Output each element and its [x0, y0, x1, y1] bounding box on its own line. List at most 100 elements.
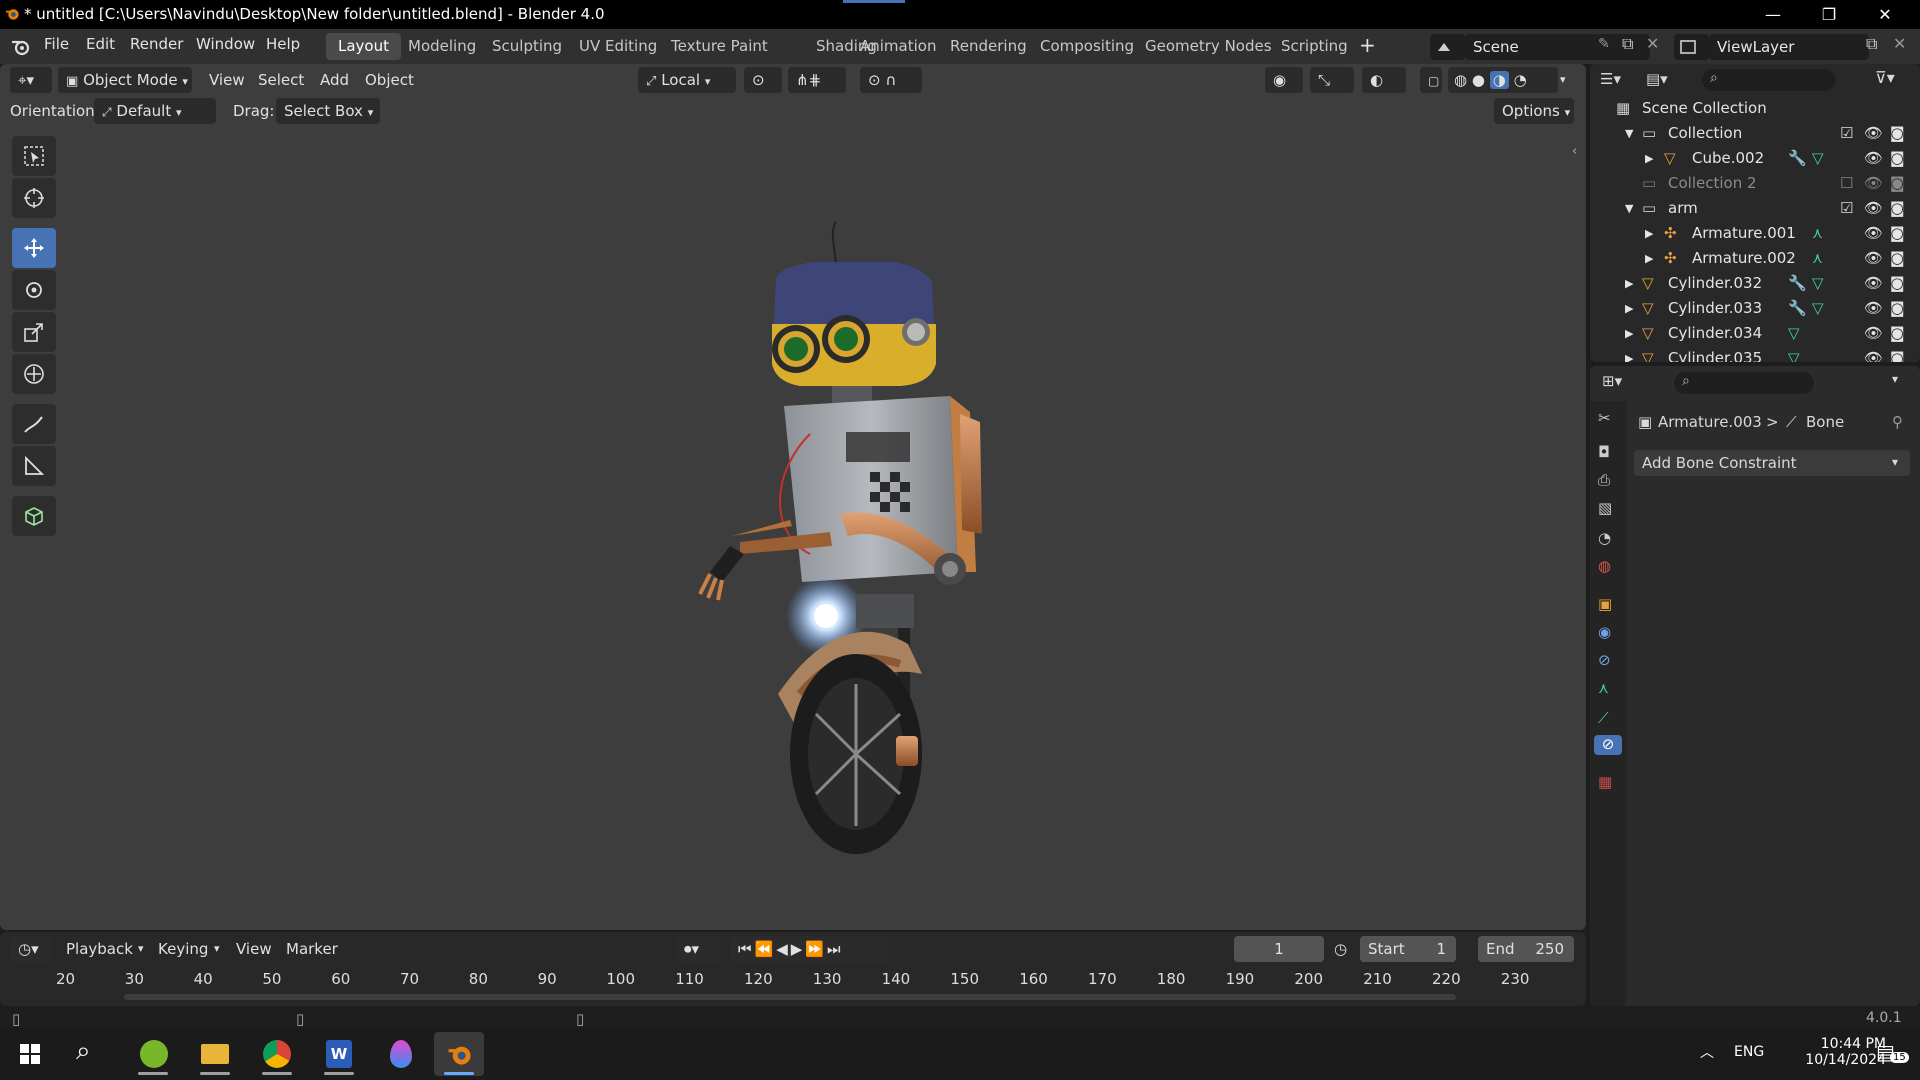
camera-icon[interactable]: ◙: [1890, 149, 1905, 167]
expand-arrow-icon[interactable]: ▶: [1625, 352, 1633, 362]
blender-menu-icon[interactable]: [11, 38, 31, 56]
close-button[interactable]: ✕: [1857, 2, 1913, 28]
outliner-row-cylinder-033[interactable]: ▶ ▽ Cylinder.033 🔧 ▽ 👁 ◙: [1590, 296, 1920, 321]
tab-animation[interactable]: Animation: [848, 33, 948, 60]
current-frame-field[interactable]: 1: [1234, 936, 1324, 962]
start-button[interactable]: [6, 1032, 56, 1076]
play-reverse-icon[interactable]: ◀: [776, 940, 791, 958]
add-cube-tool[interactable]: [12, 496, 56, 536]
outliner-search-input[interactable]: ⌕: [1702, 69, 1836, 91]
jump-end-icon[interactable]: ⏭: [827, 940, 844, 958]
menu-help[interactable]: Help: [266, 35, 300, 53]
taskbar-search-button[interactable]: ⌕: [64, 1032, 114, 1076]
maximize-button[interactable]: ❐: [1801, 2, 1857, 28]
taskbar-file-explorer[interactable]: [190, 1032, 240, 1076]
taskbar-word[interactable]: W: [314, 1032, 364, 1076]
timeline-scrollbar[interactable]: [124, 994, 1456, 1000]
mode-dropdown[interactable]: ▣ Object Mode ▾: [58, 67, 192, 93]
pin-icon[interactable]: ✎: [1598, 36, 1610, 52]
pivot-point-dropdown[interactable]: ⊙: [744, 67, 782, 93]
shading-options-icon[interactable]: ▾: [1560, 67, 1566, 93]
camera-icon[interactable]: ◙: [1890, 324, 1905, 342]
language-indicator[interactable]: ENG: [1734, 1044, 1764, 1060]
add-workspace-icon[interactable]: +: [1359, 33, 1376, 57]
camera-icon[interactable]: ◙: [1890, 124, 1905, 142]
eye-icon[interactable]: 👁: [1864, 149, 1883, 167]
tab-uv-editing[interactable]: UV Editing: [567, 33, 669, 60]
new-viewlayer-icon[interactable]: ⧉: [1866, 34, 1877, 54]
jump-start-icon[interactable]: ⏮: [738, 940, 755, 958]
prev-keyframe-icon[interactable]: ⏪: [755, 940, 777, 958]
properties-editor-type-icon[interactable]: ⊞▾: [1602, 372, 1622, 390]
eye-icon[interactable]: 👁: [1864, 299, 1883, 317]
viewport-menu-view[interactable]: View: [209, 67, 245, 93]
tab-sculpting[interactable]: Sculpting: [480, 33, 574, 60]
move-tool[interactable]: [12, 228, 56, 268]
measure-tool[interactable]: [12, 446, 56, 486]
expand-arrow-icon[interactable]: ▶: [1625, 302, 1633, 315]
options-dropdown[interactable]: Options ▾: [1494, 98, 1574, 124]
camera-icon[interactable]: ◙: [1890, 224, 1905, 242]
3d-viewport[interactable]: ⌖▾ ▣ Object Mode ▾ View Select Add Objec…: [0, 64, 1586, 930]
timeline-menu-keying[interactable]: Keying: [158, 936, 208, 962]
snap-dropdown[interactable]: ⋔⋕: [788, 67, 846, 93]
viewport-menu-add[interactable]: Add: [320, 67, 349, 93]
camera-icon[interactable]: ◙: [1890, 274, 1905, 292]
rendered-shading-icon[interactable]: ◔: [1514, 71, 1527, 89]
transform-tool[interactable]: [12, 354, 56, 394]
outliner-editor-type-icon[interactable]: ☰▾: [1600, 70, 1621, 88]
notifications-button[interactable]: ▤ 15: [1870, 1038, 1909, 1070]
camera-icon[interactable]: ◙: [1890, 249, 1905, 267]
expand-arrow-icon[interactable]: ▼: [1625, 127, 1633, 140]
outliner-row-collection-2[interactable]: ▭ Collection 2 ☐ 👁 ◙: [1590, 171, 1920, 196]
gizmo-dropdown[interactable]: ⤡: [1310, 67, 1354, 93]
tab-geometry-nodes[interactable]: Geometry Nodes: [1133, 33, 1284, 60]
camera-icon[interactable]: ◙: [1890, 174, 1905, 192]
tab-modeling[interactable]: Modeling: [396, 33, 488, 60]
output-tab-icon[interactable]: ⎙: [1598, 471, 1618, 491]
expand-arrow-icon[interactable]: ▶: [1625, 327, 1633, 340]
select-box-tool[interactable]: [12, 136, 56, 176]
transform-orientation-dropdown[interactable]: ⤢ Local ▾: [638, 67, 736, 93]
viewlayer-name-field[interactable]: ViewLayer: [1709, 34, 1869, 60]
next-keyframe-icon[interactable]: ⏩: [805, 940, 827, 958]
expand-arrow-icon[interactable]: ▼: [1625, 202, 1633, 215]
xray-toggle[interactable]: ▢: [1420, 67, 1442, 93]
eye-icon[interactable]: 👁: [1864, 324, 1883, 342]
timeline-editor-type-button[interactable]: ◷▾: [10, 936, 52, 962]
outliner-row-armature-002[interactable]: ▶ ✣ Armature.002 ⋏ 👁 ◙: [1590, 246, 1920, 271]
chevron-up-icon[interactable]: ︿: [1700, 1042, 1714, 1062]
sidebar-toggle-icon[interactable]: ‹: [1572, 144, 1577, 159]
menu-window[interactable]: Window: [196, 35, 255, 53]
object-constraint-tab-icon[interactable]: ⊘: [1598, 651, 1618, 671]
outliner-row-arm[interactable]: ▼ ▭ arm ☑ 👁 ◙: [1590, 196, 1920, 221]
minimize-button[interactable]: —: [1745, 2, 1801, 28]
eye-icon[interactable]: 👁: [1864, 349, 1883, 362]
outliner-row-collection[interactable]: ▼ ▭ Collection ☑ 👁 ◙: [1590, 121, 1920, 146]
checkbox-icon[interactable]: ☑: [1840, 199, 1853, 217]
checkbox-icon[interactable]: ☑: [1840, 124, 1853, 142]
outliner-display-mode-icon[interactable]: ▤▾: [1646, 70, 1668, 88]
visibility-dropdown[interactable]: ◉: [1265, 67, 1303, 93]
viewlayer-selector[interactable]: [1674, 34, 1709, 60]
viewport-menu-select[interactable]: Select: [258, 67, 304, 93]
outliner-row-cylinder-034[interactable]: ▶ ▽ Cylinder.034 ▽ 👁 ◙: [1590, 321, 1920, 346]
checkbox-icon[interactable]: ☐: [1840, 174, 1853, 192]
material-preview-shading-icon[interactable]: ◑: [1489, 71, 1509, 89]
render-tab-icon[interactable]: ◘: [1598, 443, 1618, 463]
play-icon[interactable]: ▶: [791, 940, 806, 958]
camera-icon[interactable]: ◙: [1890, 299, 1905, 317]
proportional-edit-dropdown[interactable]: ⊙ ∩: [860, 67, 922, 93]
pin-icon[interactable]: ⚲: [1892, 413, 1903, 431]
auto-keying-toggle[interactable]: ⏺▾: [676, 936, 720, 962]
taskbar-blender[interactable]: [434, 1032, 484, 1076]
eye-icon[interactable]: 👁: [1864, 249, 1883, 267]
editor-type-button[interactable]: ⌖▾: [10, 67, 52, 93]
expand-arrow-icon[interactable]: ▶: [1645, 252, 1653, 265]
taskbar-paint-app[interactable]: [376, 1032, 426, 1076]
delete-scene-icon[interactable]: ✕: [1646, 34, 1659, 53]
filter-icon[interactable]: ⊽▾: [1875, 68, 1895, 87]
timeline-menu-marker[interactable]: Marker: [286, 936, 338, 962]
bone-tab-icon[interactable]: ⟋: [1598, 709, 1618, 729]
new-scene-icon[interactable]: ⧉: [1622, 34, 1633, 54]
